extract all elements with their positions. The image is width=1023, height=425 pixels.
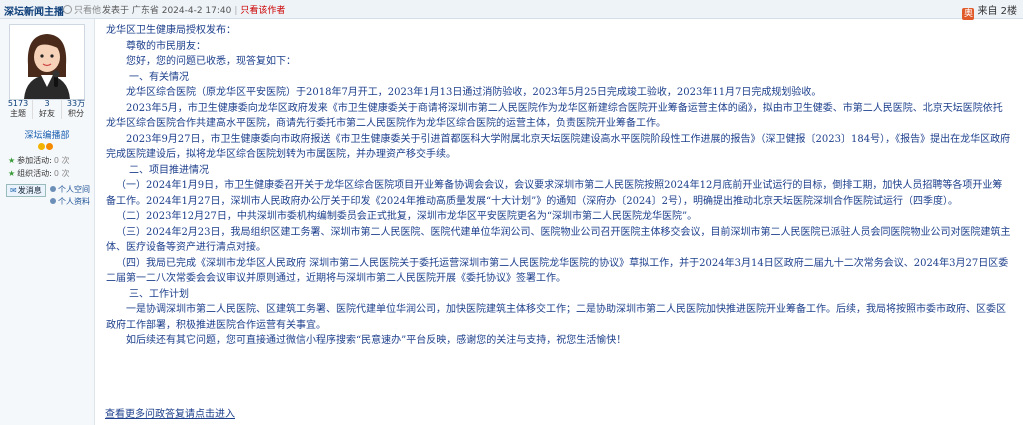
author-stats: 5173 主题 3 好友 33万 积分 <box>4 99 90 119</box>
envelope-icon: ✉ <box>10 186 17 195</box>
star-icon: ★ <box>8 169 16 178</box>
post-paragraph: 三、工作计划 <box>129 288 189 300</box>
post-paragraph: 一是协调深圳市第二人民医院、区建筑工务署、医院代建单位华润公司，加快医院建筑主体… <box>106 304 1006 331</box>
post-paragraph: 您好，您的问题已收悉，现答复如下： <box>126 56 296 67</box>
post-paragraph: 二、项目推进情况 <box>129 164 209 176</box>
sun-medal-icon <box>38 143 45 150</box>
person-icon <box>50 198 56 204</box>
medals <box>38 140 54 153</box>
post-paragraph: 一、有关情况 <box>129 71 189 83</box>
post-paragraph: （四）我局已完成《深圳市龙华区人民政府 深圳市第二人民医院关于委托运营深圳市第二… <box>106 257 1009 285</box>
author-sidebar: 5173 主题 3 好友 33万 积分 深坛编播部 ★ 参加活动: 0 次 ★ 组织活动: 0… <box>0 19 95 425</box>
post-paragraph: 2023年5月，市卫生健康委向龙华区政府发来《市卫生健康委关于商请将深圳市第二人… <box>106 102 1003 130</box>
action-row: ✉发消息 <box>6 183 46 197</box>
post-body: 龙华区卫生健康局授权发布： 尊敬的市民朋友： 您好，您的问题已收悉，现答复如下： 一、… <box>106 23 1012 349</box>
star-icon: ★ <box>8 156 16 165</box>
client-badge-icon: 奥 <box>962 8 975 20</box>
person-icon <box>50 186 56 192</box>
post-paragraph: （二）2023年12月27日，中共深圳市委机构编制委员会正式批复，深圳市龙华区平… <box>116 211 698 222</box>
post-paragraph: 龙华区综合医院（原龙华区平安医院）于2018年7月开工，2023年1月13日通过… <box>126 87 822 98</box>
post-header-bar: 深坛新闻主播 只看他 发表于 广东省 2024-4-2 17:40 | 只看该作者 … <box>0 0 1023 20</box>
view-author-label: 只看他 <box>74 6 102 16</box>
post-time: 发表于 广东省 2024-4-2 17:40 <box>102 6 232 16</box>
post-paragraph: 尊敬的市民朋友： <box>126 40 206 52</box>
more-answers-link[interactable]: 查看更多问政答复请点击进入 <box>105 405 235 420</box>
post-paragraph: （三）2024年2月23日，我局组织区建工务署、深圳市第二人民医院、医院代建单位… <box>106 226 1011 254</box>
stat-friends[interactable]: 3 好友 <box>33 99 62 119</box>
floor-label[interactable]: 来自 2楼 <box>977 6 1017 17</box>
post-meta: 发表于 广东省 2024-4-2 17:40 | 只看该作者 <box>102 6 286 16</box>
circle-icon <box>63 5 72 14</box>
floor-info: 奥来自 2楼 <box>962 2 1017 20</box>
post-paragraph: 如后续还有其它问题，您可直接通过微信小程序搜索“民意速办”平台反映，感谢您的关注… <box>126 335 627 346</box>
activity-joined: ★ 参加活动: 0 次 <box>8 156 70 165</box>
view-author-link[interactable]: 只看他 <box>63 3 101 16</box>
avatar[interactable] <box>9 24 85 100</box>
moon-medal-icon <box>46 143 53 150</box>
only-author-link[interactable]: 只看该作者 <box>240 6 285 16</box>
stat-topics[interactable]: 5173 主题 <box>4 99 33 119</box>
stat-points[interactable]: 33万 积分 <box>62 99 90 119</box>
author-name[interactable]: 深坛新闻主播 <box>4 3 64 18</box>
post-paragraph: 2023年9月27日，市卫生健康委向市政府报送《市卫生健康委关于引进首都医科大学… <box>106 133 1011 161</box>
personal-profile-link[interactable]: 个人资料 <box>50 196 90 207</box>
personal-space-link[interactable]: 个人空间 <box>50 184 90 195</box>
post-paragraph: 龙华区卫生健康局授权发布： <box>106 25 236 36</box>
post-paragraph: （一）2024年1月9日，市卫生健康委召开关于龙华区综合医院项目开业筹备协调会会… <box>106 180 1003 207</box>
activity-organized: ★ 组织活动: 0 次 <box>8 169 70 178</box>
send-message-button[interactable]: ✉发消息 <box>6 184 46 197</box>
avatar-illustration <box>10 25 84 99</box>
